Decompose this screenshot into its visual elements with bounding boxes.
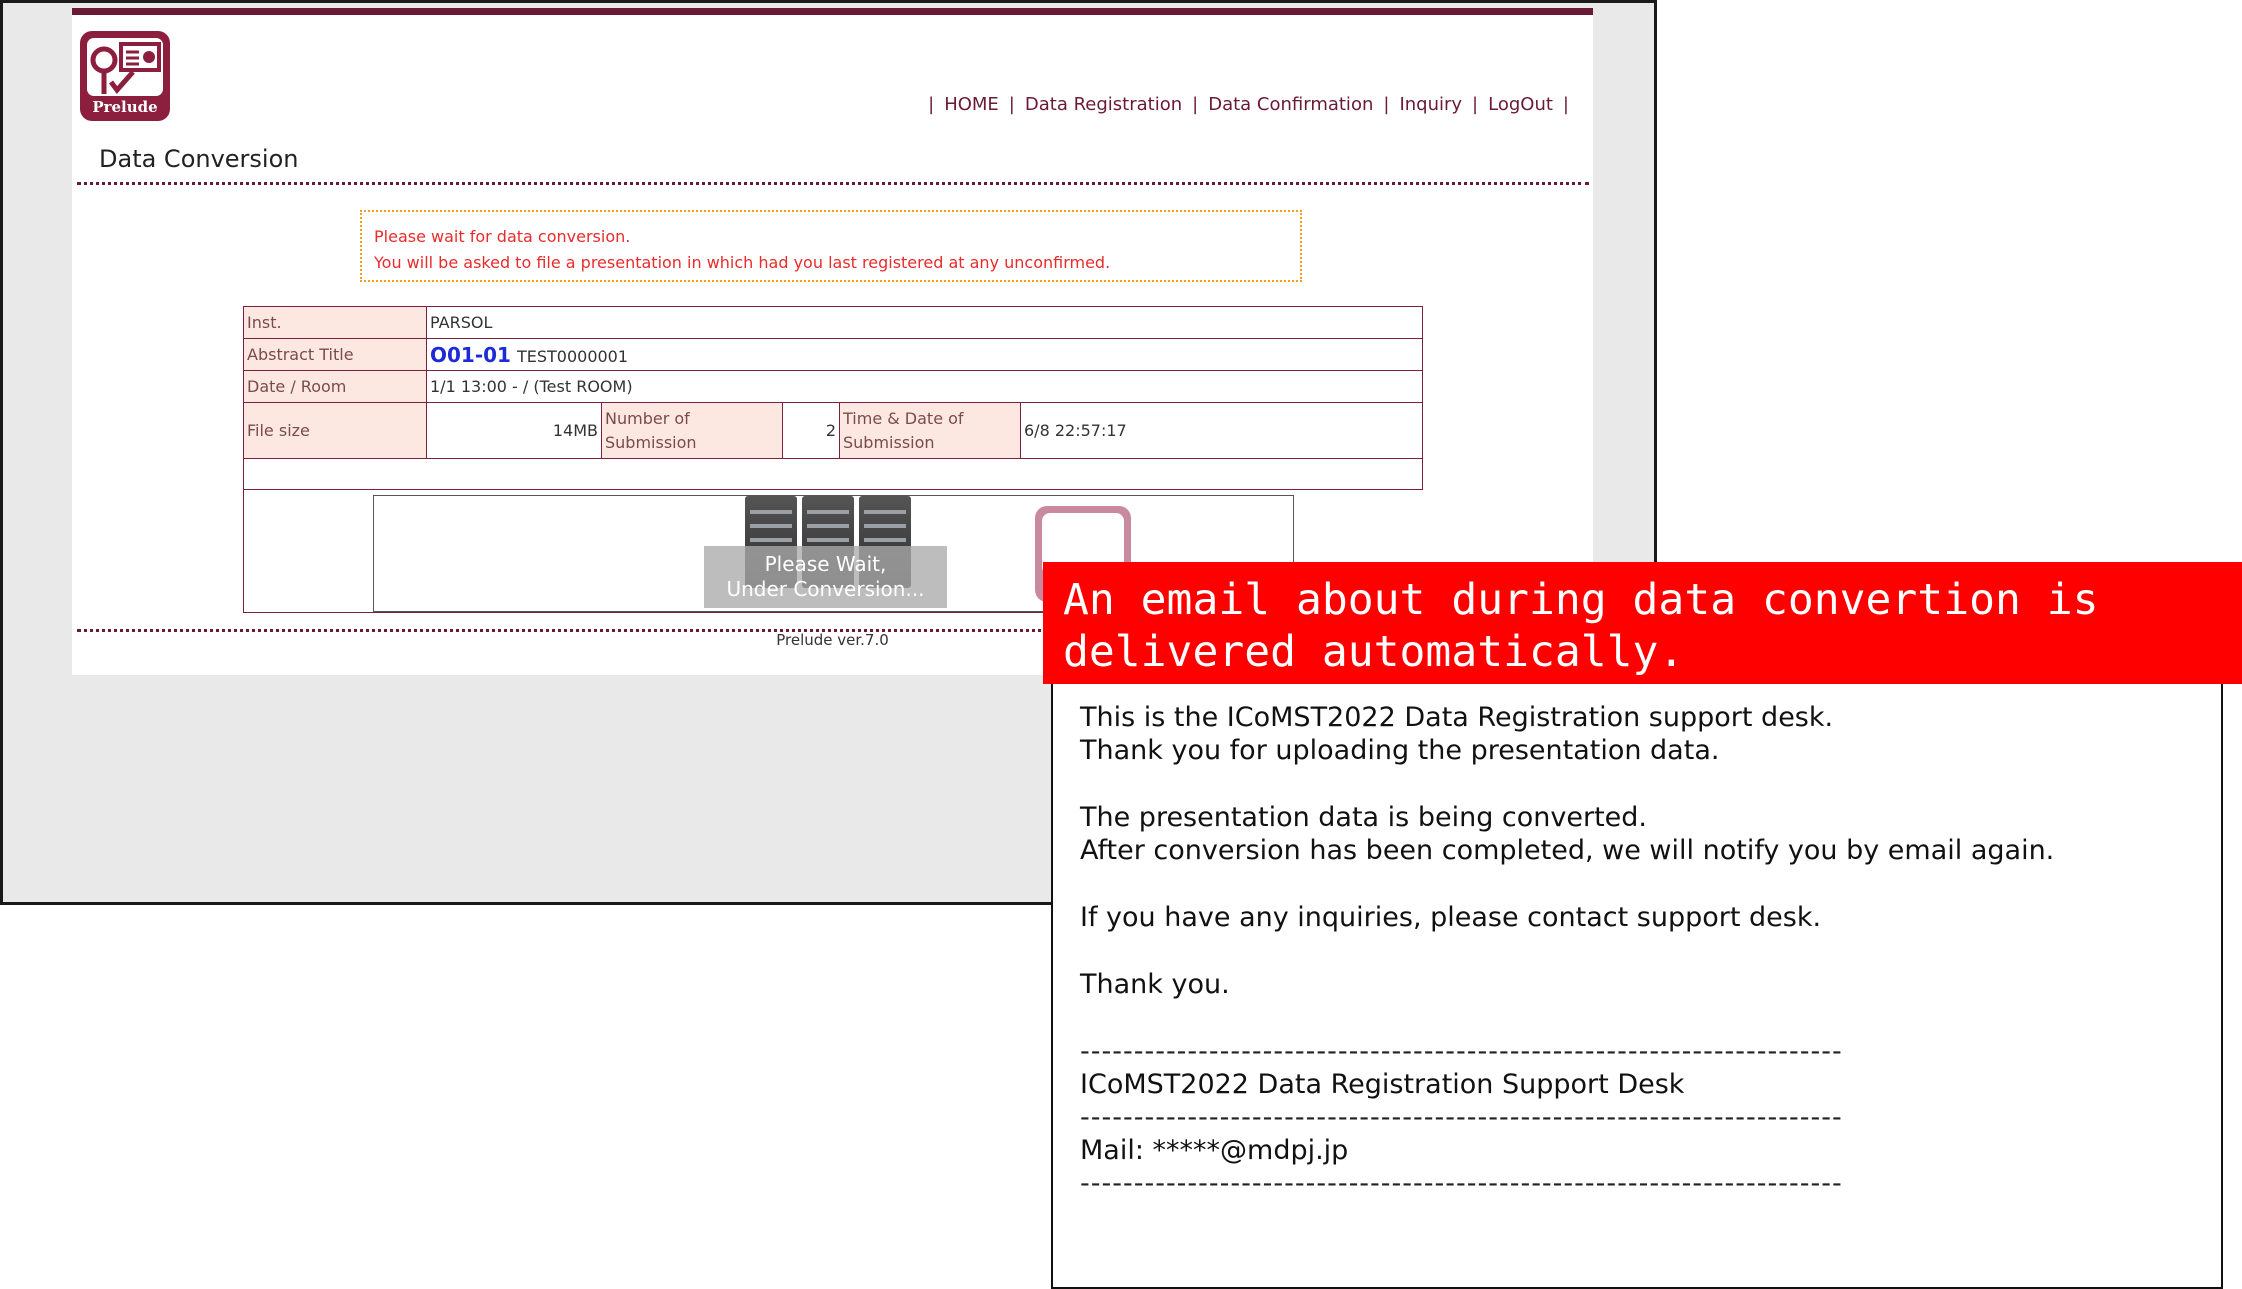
abstract-code: O01-01 [430,342,511,367]
nav-separator: | [1192,94,1199,115]
nav-data-registration[interactable]: Data Registration [1025,94,1182,115]
email-divider: ----------------------------------------… [1080,1102,1843,1133]
nav-home[interactable]: HOME [944,94,999,115]
page-title: Data Conversion [99,145,299,173]
time-date-of-submission-value: 6/8 22:57:17 [1020,402,1423,459]
nav-logout[interactable]: LogOut [1488,94,1553,115]
notice-line-1: Please wait for data conversion. [374,227,631,246]
email-line: After conversion has been completed, we … [1080,835,2055,866]
nav-separator: | [1562,94,1569,115]
nav-separator: | [1472,94,1479,115]
magnifier-screen-icon [90,42,161,94]
email-mail-address: Mail: *****@mdpj.jp [1080,1135,1349,1166]
empty-row [243,458,1423,490]
abstract-title-value: TEST0000001 [516,346,629,366]
time-date-of-submission-label: Time & Date of Submission [839,402,1021,459]
file-size-value: 14MB [426,402,602,459]
inst-value: PARSOL [426,306,1423,339]
table-row: Date / Room 1/1 13:00 - / (Test ROOM) [243,370,1423,403]
email-line: Thank you. [1080,969,1230,1000]
email-callout-banner: An email about during data convertion is… [1043,562,2242,684]
email-divider: ----------------------------------------… [1080,1036,1843,1067]
top-bar [72,8,1593,15]
number-of-submission-value: 2 [782,402,840,459]
inst-label: Inst. [243,306,427,339]
abstract-title-label: Abstract Title [243,338,427,371]
number-of-submission-label: Number of Submission [601,402,783,459]
table-row [243,458,1423,490]
table-row: Abstract Title O01-01 TEST0000001 [243,338,1423,371]
email-line: Thank you for uploading the presentation… [1080,735,1720,766]
email-line: If you have any inquiries, please contac… [1080,902,1822,933]
please-wait-overlay: Please Wait, Under Conversion... [704,546,947,608]
email-line: The presentation data is being converted… [1080,802,1647,833]
date-room-value: 1/1 13:00 - / (Test ROOM) [426,370,1423,403]
abstract-title-cell: O01-01 TEST0000001 [426,338,1423,371]
wait-line-1: Please Wait, [764,552,887,576]
email-divider: ----------------------------------------… [1080,1168,1843,1199]
wait-line-2: Under Conversion... [726,577,925,601]
date-room-label: Date / Room [243,370,427,403]
nav-separator: | [1008,94,1015,115]
table-row: File size 14MB Number of Submission 2 Ti… [243,402,1423,459]
file-size-label: File size [243,402,427,459]
prelude-logo[interactable]: Prelude [80,31,170,121]
email-body: This is the ICoMST2022 Data Registration… [1051,684,2223,1289]
top-nav: | HOME | Data Registration | Data Confirmatio… [918,94,1579,115]
divider-top [77,182,1589,185]
logo-graphic [87,38,163,96]
table-row: Inst. PARSOL [243,306,1423,339]
notice-line-2: You will be asked to file a presentation… [374,253,1111,272]
email-line: This is the ICoMST2022 Data Registration… [1080,702,1834,733]
nav-separator: | [1383,94,1390,115]
logo-wordmark: Prelude [92,98,158,116]
email-signature: ICoMST2022 Data Registration Support Des… [1080,1069,1685,1100]
nav-separator: | [928,94,935,115]
conversion-notice: Please wait for data conversion. You wil… [360,210,1302,282]
nav-inquiry[interactable]: Inquiry [1399,94,1462,115]
nav-data-confirmation[interactable]: Data Confirmation [1208,94,1373,115]
